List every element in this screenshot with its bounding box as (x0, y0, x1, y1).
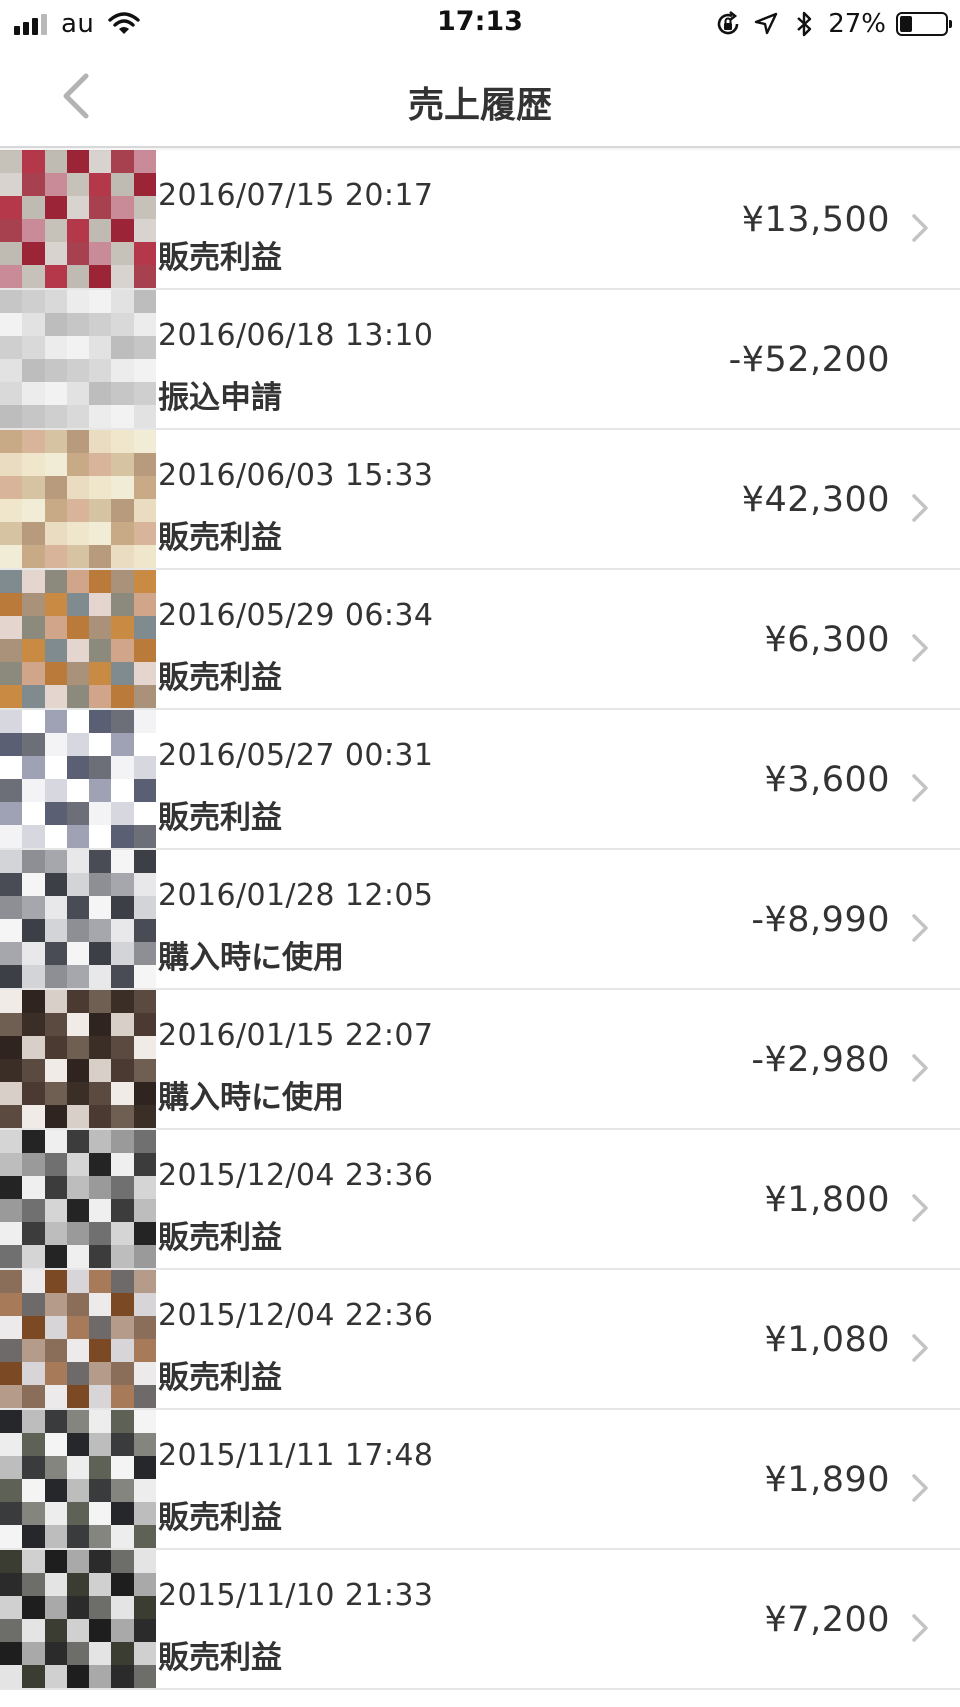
transaction-amount: ¥6,300 (764, 620, 890, 660)
chevron-right-icon (912, 1474, 928, 1502)
product-thumbnail (0, 570, 156, 708)
transaction-type: 購入時に使用 (158, 940, 344, 976)
transaction-type: 販売利益 (158, 1640, 282, 1676)
transaction-amount: -¥2,980 (751, 1040, 890, 1080)
transaction-date: 2016/06/03 15:33 (158, 458, 434, 493)
status-right: 27% (714, 8, 952, 40)
transaction-type: 販売利益 (158, 800, 282, 836)
transaction-row[interactable]: 2016/05/29 06:34 販売利益 ¥6,300 (0, 570, 960, 710)
page-title: 売上履歴 (407, 85, 552, 126)
product-thumbnail (0, 1410, 156, 1548)
product-thumbnail (0, 290, 156, 428)
transaction-date: 2015/12/04 23:36 (158, 1158, 434, 1193)
chevron-right-icon (912, 1194, 928, 1222)
product-thumbnail (0, 710, 156, 848)
transaction-row[interactable]: 2016/05/27 00:31 販売利益 ¥3,600 (0, 710, 960, 850)
chevron-right-icon (912, 774, 928, 802)
transaction-type: 販売利益 (158, 1220, 282, 1256)
transaction-date: 2015/11/10 21:33 (158, 1578, 434, 1613)
product-thumbnail (0, 150, 156, 288)
chevron-right-icon (912, 914, 928, 942)
transaction-date: 2016/01/15 22:07 (158, 1018, 434, 1053)
transaction-row[interactable]: 2016/01/28 12:05 購入時に使用 -¥8,990 (0, 850, 960, 990)
chevron-right-icon (912, 634, 928, 662)
chevron-right-icon (912, 494, 928, 522)
chevron-right-icon (912, 1614, 928, 1642)
product-thumbnail (0, 850, 156, 988)
product-thumbnail (0, 430, 156, 568)
transaction-amount: ¥13,500 (741, 200, 890, 240)
transaction-date: 2016/05/29 06:34 (158, 598, 434, 633)
chevron-right-icon (912, 1054, 928, 1082)
transaction-amount: ¥1,890 (764, 1460, 890, 1500)
transaction-date: 2016/07/15 20:17 (158, 178, 434, 213)
transaction-type: 販売利益 (158, 240, 282, 276)
transaction-row[interactable]: 2016/06/18 13:10 振込申請 -¥52,200 (0, 290, 960, 430)
transaction-date: 2016/01/28 12:05 (158, 878, 434, 913)
transaction-amount: -¥8,990 (751, 900, 890, 940)
transaction-date: 2016/06/18 13:10 (158, 318, 434, 353)
transaction-row[interactable]: 2016/06/03 15:33 販売利益 ¥42,300 (0, 430, 960, 570)
transaction-amount: -¥52,200 (728, 340, 890, 380)
transaction-row[interactable]: 2015/12/04 23:36 販売利益 ¥1,800 (0, 1130, 960, 1270)
navigation-bar: 売上履歴 (0, 48, 960, 148)
product-thumbnail (0, 990, 156, 1128)
transaction-type: 販売利益 (158, 520, 282, 556)
transaction-list: 2016/07/15 20:17 販売利益 ¥13,500 2016/06/18 13… (0, 150, 960, 1690)
transaction-type: 販売利益 (158, 660, 282, 696)
transaction-amount: ¥1,080 (764, 1320, 890, 1360)
battery-level (900, 16, 912, 32)
product-thumbnail (0, 1130, 156, 1268)
transaction-type: 購入時に使用 (158, 1080, 344, 1116)
chevron-right-icon (912, 214, 928, 242)
product-thumbnail (0, 1550, 156, 1688)
transaction-type: 振込申請 (158, 380, 282, 416)
transaction-date: 2016/05/27 00:31 (158, 738, 434, 773)
transaction-amount: ¥1,800 (764, 1180, 890, 1220)
transaction-date: 2015/12/04 22:36 (158, 1298, 434, 1333)
transaction-row[interactable]: 2015/11/10 21:33 販売利益 ¥7,200 (0, 1550, 960, 1690)
transaction-date: 2015/11/11 17:48 (158, 1438, 434, 1473)
transaction-amount: ¥7,200 (764, 1600, 890, 1640)
transaction-amount: ¥3,600 (764, 760, 890, 800)
transaction-type: 販売利益 (158, 1500, 282, 1536)
product-thumbnail (0, 1270, 156, 1408)
transaction-row[interactable]: 2016/01/15 22:07 購入時に使用 -¥2,980 (0, 990, 960, 1130)
rotation-lock-icon (717, 10, 739, 35)
chevron-right-icon (912, 1334, 928, 1362)
transaction-row[interactable]: 2016/07/15 20:17 販売利益 ¥13,500 (0, 150, 960, 290)
battery-icon (896, 12, 952, 36)
transaction-amount: ¥42,300 (741, 480, 890, 520)
bluetooth-icon (797, 11, 812, 37)
transaction-type: 販売利益 (158, 1360, 282, 1396)
location-icon (755, 12, 778, 35)
transaction-row[interactable]: 2015/12/04 22:36 販売利益 ¥1,080 (0, 1270, 960, 1410)
battery-percent: 27% (828, 9, 886, 39)
status-bar: au 17:13 27% (0, 0, 960, 48)
transaction-row[interactable]: 2015/11/11 17:48 販売利益 ¥1,890 (0, 1410, 960, 1550)
